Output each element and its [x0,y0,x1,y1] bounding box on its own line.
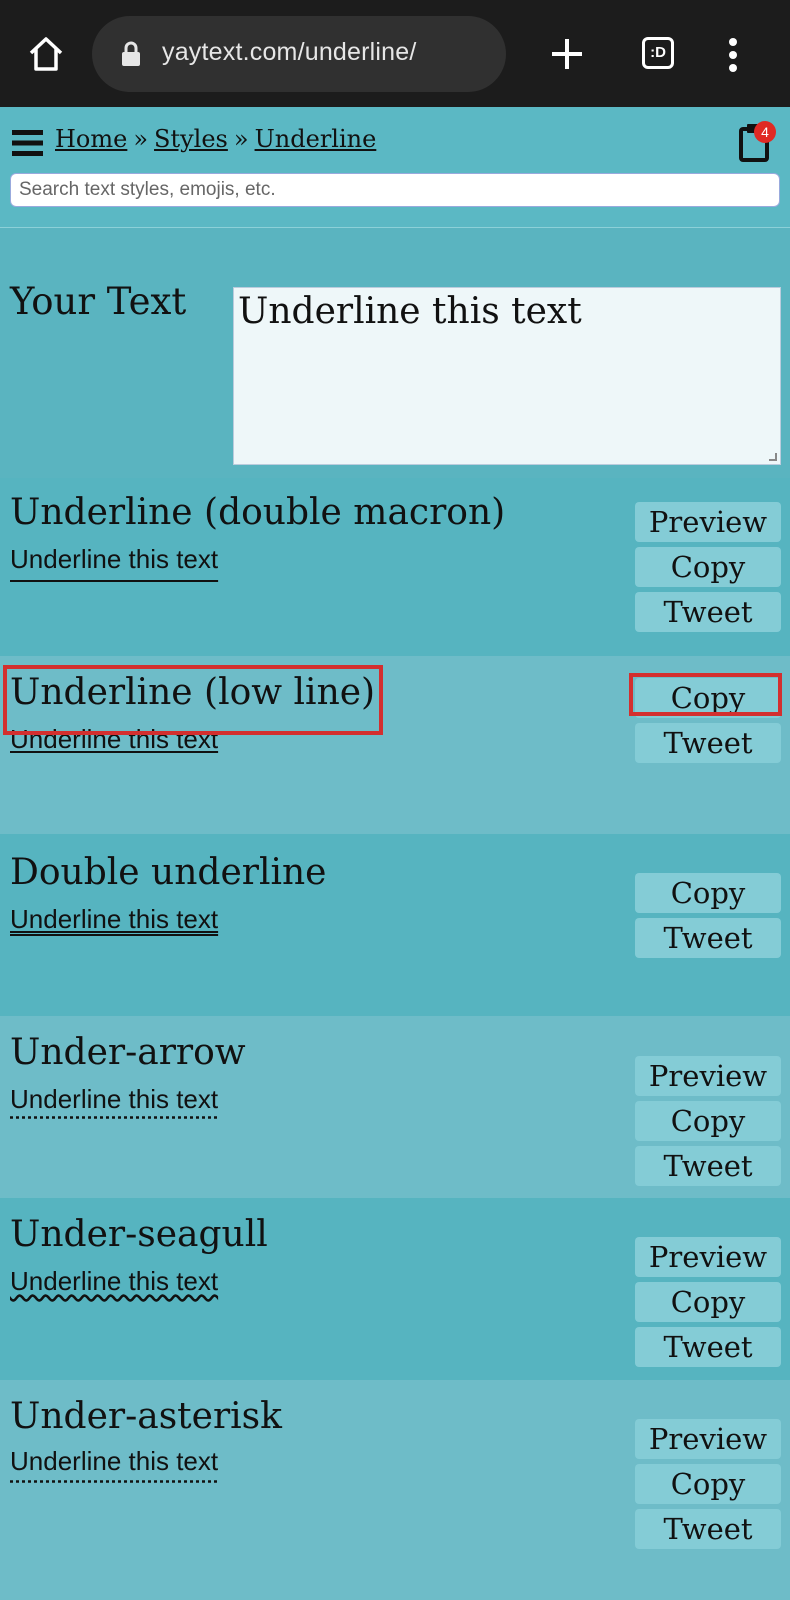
style-title: Under-seagull [10,1214,268,1255]
url-text: yaytext.com/underline/ [162,38,417,66]
style-sample[interactable]: Underline this text [10,1084,218,1115]
search-input[interactable] [10,173,780,207]
browser-toolbar: yaytext.com/underline/ :D [0,0,790,107]
new-tab-icon[interactable] [548,35,586,73]
style-sample[interactable]: Underline this text [10,544,218,575]
copy-button[interactable]: Copy [635,1282,781,1322]
style-sample[interactable]: Underline this text [10,1266,218,1297]
style-row-low-line: Underline (low line) Underline this text… [0,656,790,834]
copy-button[interactable]: Copy [635,547,781,587]
preview-button[interactable]: Preview [635,1237,781,1277]
your-text-section: Your Text Underline this text [0,228,790,478]
preview-button[interactable]: Preview [635,1419,781,1459]
style-row-under-asterisk: Under-asterisk Underline this text Previ… [0,1380,790,1600]
your-text-label: Your Text [10,280,187,323]
breadcrumb-home[interactable]: Home [55,125,127,153]
tweet-button[interactable]: Tweet [635,1146,781,1186]
breadcrumb-underline[interactable]: Underline [255,125,377,153]
style-row-double-underline: Double underline Underline this text Cop… [0,834,790,1016]
style-row-under-seagull: Under-seagull Underline this text Previe… [0,1198,790,1380]
breadcrumb: Home» Styles» Underline [55,125,376,153]
preview-button[interactable]: Preview [635,1056,781,1096]
tweet-button[interactable]: Tweet [635,918,781,958]
tab-switcher-button[interactable]: :D [642,37,674,69]
style-sample[interactable]: Underline this text [10,1446,218,1477]
your-text-input[interactable]: Underline this text [233,287,781,465]
copy-button[interactable]: Copy [635,1101,781,1141]
tweet-button[interactable]: Tweet [635,723,781,763]
tweet-button[interactable]: Tweet [635,1327,781,1367]
style-row-under-arrow: Under-arrow Underline this text Preview … [0,1016,790,1198]
lock-icon [122,41,140,66]
highlight-box-copy [629,673,782,716]
style-title: Under-arrow [10,1032,246,1073]
tweet-button[interactable]: Tweet [635,1509,781,1549]
copy-button[interactable]: Copy [635,873,781,913]
style-sample[interactable]: Underline this text [10,904,218,935]
tweet-button[interactable]: Tweet [635,592,781,632]
style-row-double-macron: Underline (double macron) Underline this… [0,478,790,656]
breadcrumb-separator: » [233,125,249,153]
address-bar[interactable]: yaytext.com/underline/ [92,16,506,92]
preview-button[interactable]: Preview [635,502,781,542]
copy-button[interactable]: Copy [635,1464,781,1504]
style-title: Double underline [10,852,327,893]
style-title: Underline (double macron) [10,492,506,533]
more-options-icon[interactable] [728,38,738,72]
hamburger-menu-icon[interactable] [12,129,43,157]
highlight-box-style [3,665,383,735]
breadcrumb-separator: » [133,125,149,153]
clipboard-count-badge: 4 [754,121,776,143]
home-icon[interactable] [26,34,66,74]
breadcrumb-styles[interactable]: Styles [154,125,228,153]
style-title: Under-asterisk [10,1396,282,1437]
site-header: Home» Styles» Underline 4 [0,107,790,228]
